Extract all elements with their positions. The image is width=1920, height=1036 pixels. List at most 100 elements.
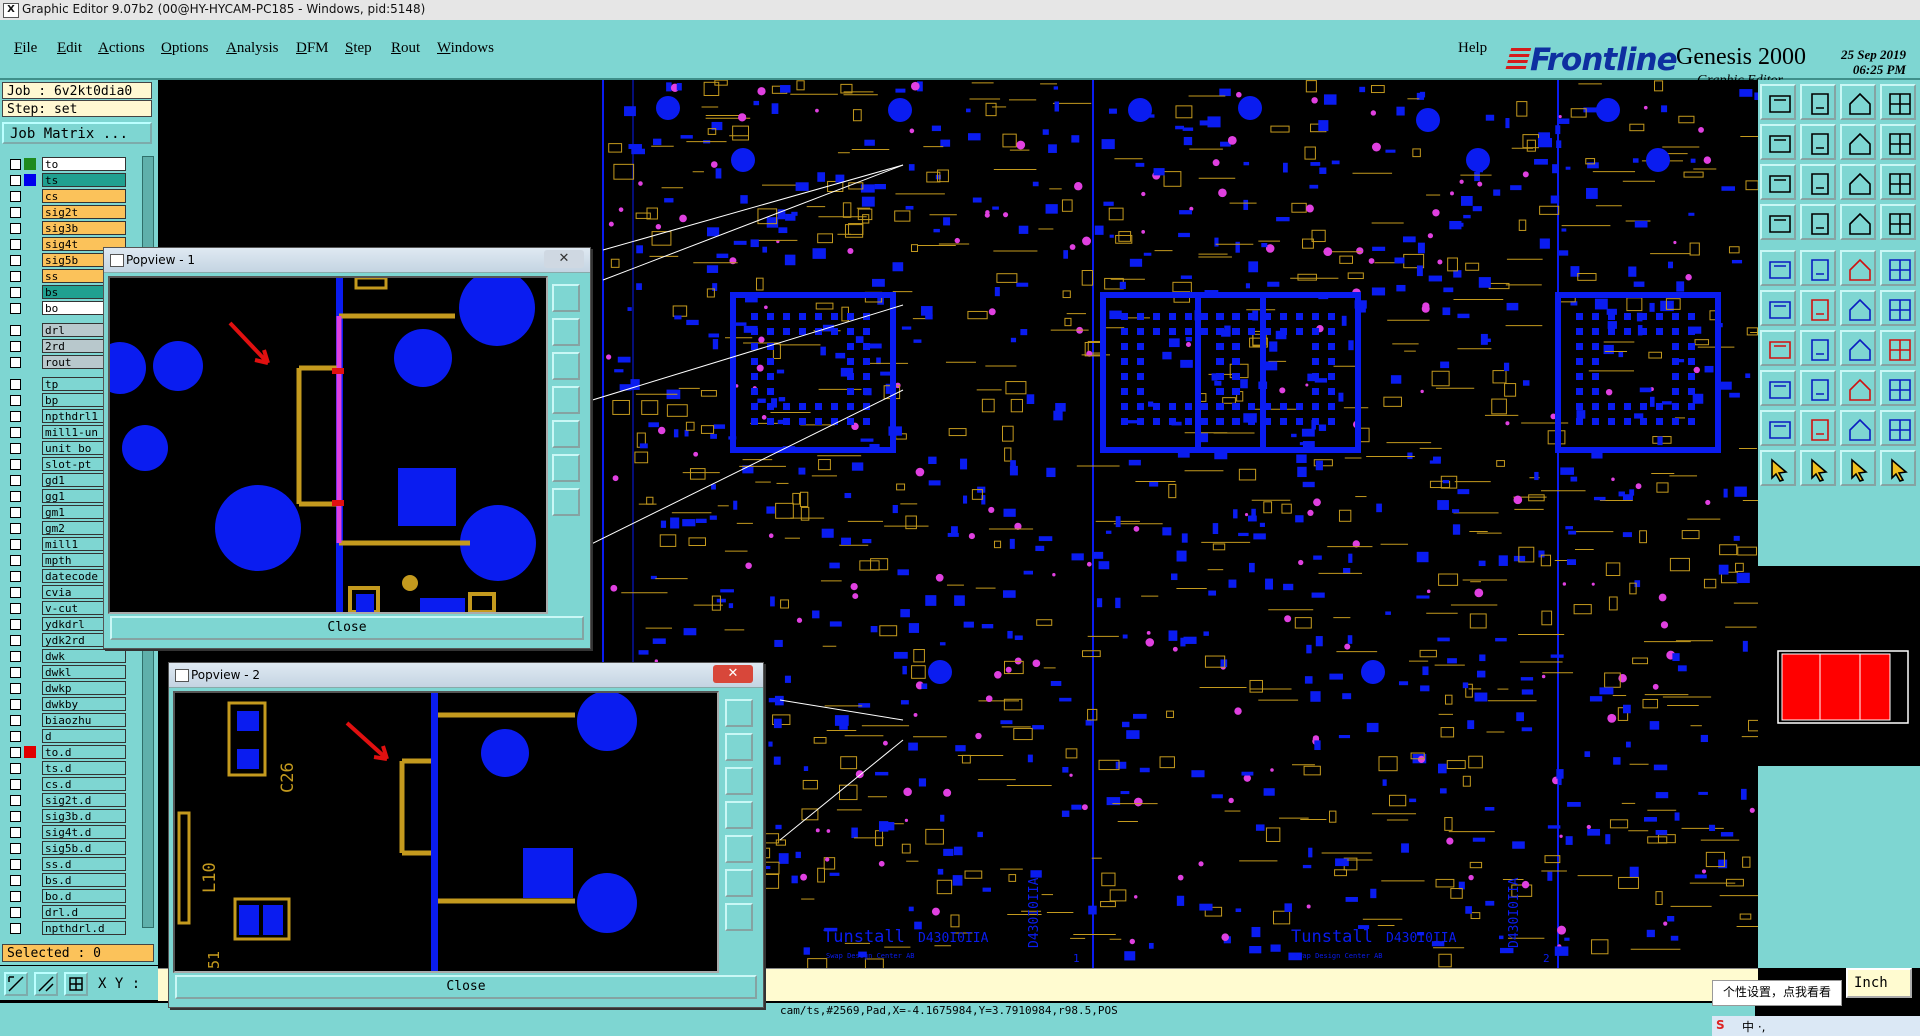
layer-color-swatch[interactable] — [24, 602, 36, 614]
layer-color-swatch[interactable] — [24, 190, 36, 202]
layer-name[interactable]: ss.d — [42, 857, 126, 871]
layer-checkbox[interactable] — [10, 287, 21, 298]
layer-row[interactable]: to.d — [2, 744, 142, 760]
home-icon[interactable] — [1840, 84, 1876, 120]
layer-color-swatch[interactable] — [24, 506, 36, 518]
popview-2-window[interactable]: Popview - 2 ✕ C26 L10 51 Close — [168, 662, 764, 1008]
grid-tool-icon[interactable] — [64, 972, 88, 996]
layer-checkbox[interactable] — [10, 715, 21, 726]
layer-checkbox[interactable] — [10, 747, 21, 758]
layer-row[interactable]: cs — [2, 188, 142, 204]
layer-color-swatch[interactable] — [24, 906, 36, 918]
layer-checkbox[interactable] — [10, 907, 21, 918]
layer-color-swatch[interactable] — [24, 634, 36, 646]
layer-color-swatch[interactable] — [24, 618, 36, 630]
panel-left-icon[interactable] — [1760, 124, 1796, 160]
menu-analysis[interactable]: Analysis — [226, 40, 279, 57]
layer-color-swatch[interactable] — [24, 522, 36, 534]
layer-color-swatch[interactable] — [24, 682, 36, 694]
popview-1-window[interactable]: Popview - 1 ✕ Close — [103, 247, 591, 649]
layer-color-swatch[interactable] — [24, 890, 36, 902]
layer-name[interactable]: cs.d — [42, 777, 126, 791]
scale-icon[interactable] — [1840, 164, 1876, 200]
save-window-icon[interactable] — [1800, 84, 1836, 120]
layer-checkbox[interactable] — [10, 859, 21, 870]
layer-color-swatch[interactable] — [24, 340, 36, 352]
popview-zoom-out-icon[interactable] — [552, 318, 580, 346]
layer-name[interactable]: sig3b.d — [42, 809, 126, 823]
layer-color-swatch[interactable] — [24, 698, 36, 710]
layer-color-swatch[interactable] — [24, 254, 36, 266]
triangle-icon[interactable] — [1760, 410, 1796, 446]
layer-color-swatch[interactable] — [24, 778, 36, 790]
popview-pan-icon[interactable] — [552, 352, 580, 380]
layer-checkbox[interactable] — [10, 619, 21, 630]
layer-checkbox[interactable] — [10, 491, 21, 502]
grid-pad-icon[interactable] — [1880, 370, 1916, 406]
layer-color-swatch[interactable] — [24, 858, 36, 870]
layer-add-icon[interactable] — [1840, 204, 1876, 240]
popview-zoom-in-icon[interactable] — [552, 284, 580, 312]
layer-name[interactable]: npthdrl.d — [42, 921, 126, 935]
layer-checkbox[interactable] — [10, 303, 21, 314]
layer-color-swatch[interactable] — [24, 570, 36, 582]
layer-name[interactable]: d — [42, 729, 126, 743]
layer-name[interactable]: bs.d — [42, 873, 126, 887]
layer-name[interactable]: cs — [42, 189, 126, 203]
layer-checkbox[interactable] — [10, 341, 21, 352]
popview-fit-icon[interactable] — [725, 801, 753, 829]
layer-color-swatch[interactable] — [24, 270, 36, 282]
layer-row[interactable]: ts.d — [2, 760, 142, 776]
layer-color-swatch[interactable] — [24, 842, 36, 854]
layer-checkbox[interactable] — [10, 651, 21, 662]
popview-1-view[interactable] — [108, 276, 548, 614]
layer-row[interactable]: bs.d — [2, 872, 142, 888]
key-icon[interactable] — [1800, 204, 1836, 240]
layer-checkbox[interactable] — [10, 763, 21, 774]
popview-zoom-in-icon[interactable] — [725, 699, 753, 727]
layer-checkbox[interactable] — [10, 539, 21, 550]
layer-row[interactable]: sig5b.d — [2, 840, 142, 856]
net-icon[interactable] — [1880, 290, 1916, 326]
pointer-grid-icon[interactable] — [1880, 450, 1916, 486]
layer-row[interactable]: to — [2, 156, 142, 172]
layer-checkbox[interactable] — [10, 843, 21, 854]
layer-checkbox[interactable] — [10, 699, 21, 710]
layer-name[interactable]: sig4t.d — [42, 825, 126, 839]
help-icon[interactable] — [1880, 164, 1916, 200]
layer-checkbox[interactable] — [10, 875, 21, 886]
menu-step[interactable]: Step — [345, 40, 372, 57]
menu-file[interactable]: File — [14, 40, 37, 57]
layer-row[interactable]: ss.d — [2, 856, 142, 872]
layer-checkbox[interactable] — [10, 239, 21, 250]
snap-icon[interactable] — [1840, 290, 1876, 326]
layer-color-swatch[interactable] — [24, 490, 36, 502]
layer-checkbox[interactable] — [10, 175, 21, 186]
grid-icon[interactable] — [1880, 84, 1916, 120]
layer-name[interactable]: ts.d — [42, 761, 126, 775]
measure-icon[interactable] — [1800, 250, 1836, 286]
layer-color-swatch[interactable] — [24, 222, 36, 234]
menu-edit[interactable]: Edit — [57, 40, 82, 57]
layer-color-swatch[interactable] — [24, 746, 36, 758]
cut-line-icon[interactable] — [1800, 330, 1836, 366]
resize-icon[interactable] — [1840, 370, 1876, 406]
layer-checkbox[interactable] — [10, 587, 21, 598]
layer-color-swatch[interactable] — [24, 286, 36, 298]
popview-home-icon[interactable] — [552, 420, 580, 448]
popview-2-close-icon[interactable]: ✕ — [713, 665, 753, 683]
layer-checkbox[interactable] — [10, 779, 21, 790]
layer-color-swatch[interactable] — [24, 302, 36, 314]
popview-1-titlebar[interactable]: Popview - 1 ✕ — [104, 248, 590, 273]
popview-expand-icon[interactable] — [552, 488, 580, 516]
split-icon[interactable] — [1840, 124, 1876, 160]
layer-row[interactable]: bo.d — [2, 888, 142, 904]
popview-expand-icon[interactable] — [725, 903, 753, 931]
layer-checkbox[interactable] — [10, 795, 21, 806]
minus-icon[interactable] — [1800, 370, 1836, 406]
layer-row[interactable]: dwkby — [2, 696, 142, 712]
ime-icon[interactable]: S — [1716, 1018, 1725, 1032]
layer-color-swatch[interactable] — [24, 554, 36, 566]
zoom-fit-icon[interactable] — [1760, 164, 1796, 200]
popview-2-close-button[interactable]: Close — [175, 975, 757, 999]
